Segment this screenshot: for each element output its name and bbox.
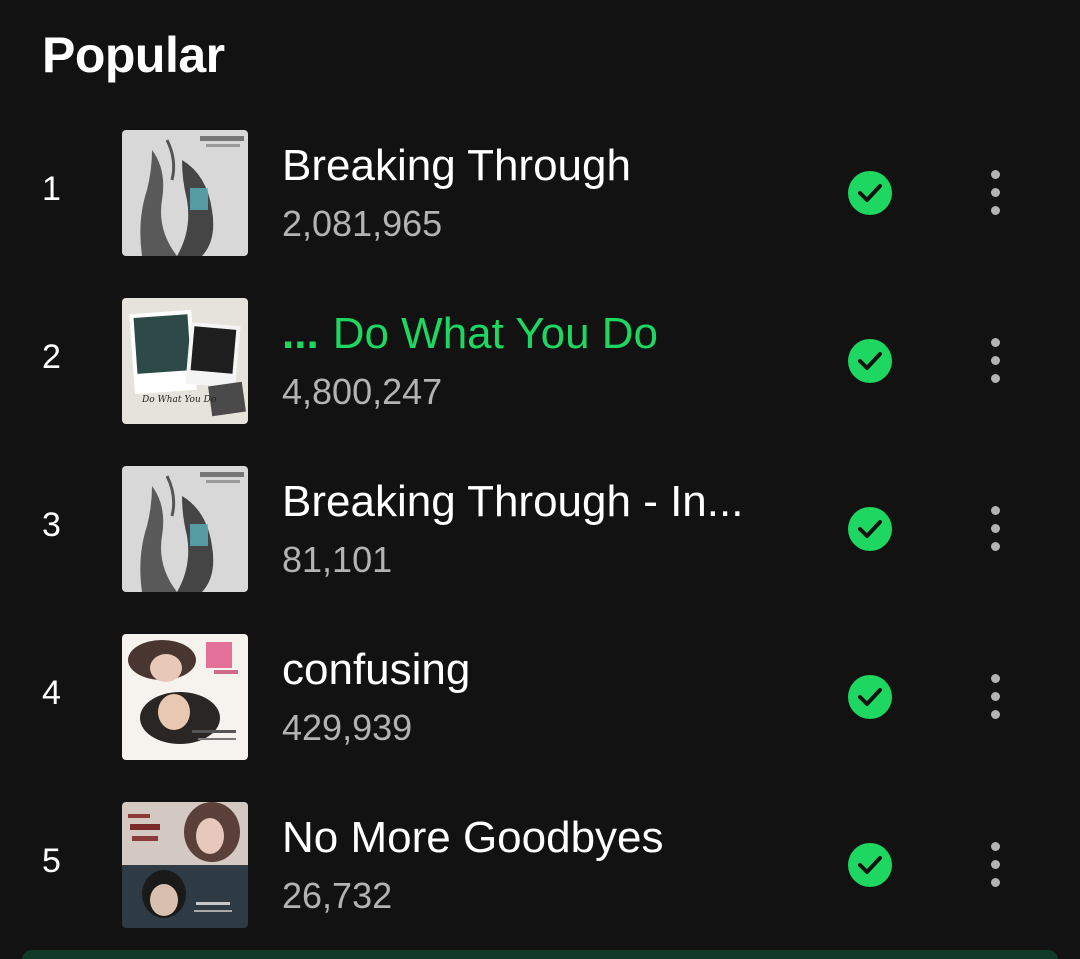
track-meta: No More Goodbyes 26,732: [282, 810, 782, 920]
track-row[interactable]: 1 Breaking Through 2,081,965: [0, 126, 1080, 294]
check-circle-icon: [848, 843, 892, 887]
track-rank: 1: [42, 170, 61, 208]
album-art: [122, 802, 248, 928]
mini-player-edge[interactable]: [22, 950, 1058, 959]
play-count: 2,081,965: [282, 203, 443, 244]
track-meta: Breaking Through 2,081,965: [282, 138, 782, 248]
track-title: Breaking Through: [282, 141, 631, 190]
album-art-caption: Do What You Do: [141, 395, 217, 405]
track-meta: confusing 429,939: [282, 642, 782, 752]
check-circle-icon: [848, 171, 892, 215]
track-row[interactable]: 4 confusing 429,939: [0, 630, 1080, 798]
play-count: 4,800,247: [282, 371, 443, 412]
more-vertical-icon[interactable]: [972, 834, 1018, 894]
track-title-text: Do What You Do: [332, 309, 659, 358]
track-row[interactable]: 2 Do What You Do ... Do What You Do 4,800…: [0, 294, 1080, 462]
track-title: ... Do What You Do: [282, 306, 762, 362]
play-count: 81,101: [282, 539, 393, 580]
track-rank: 3: [42, 506, 61, 544]
track-meta: Breaking Through - In... 81,101: [282, 474, 782, 584]
track-rank: 5: [42, 842, 61, 880]
now-playing-indicator: ...: [282, 309, 319, 358]
more-vertical-icon[interactable]: [972, 666, 1018, 726]
track-rank: 2: [42, 338, 61, 376]
track-meta: ... Do What You Do 4,800,247: [282, 306, 782, 416]
play-count: 26,732: [282, 875, 393, 916]
album-art: [122, 130, 248, 256]
section-title: Popular: [42, 27, 225, 83]
track-row[interactable]: 3 Breaking Through - In... 81,101: [0, 462, 1080, 630]
track-title: Breaking Through - In...: [282, 477, 744, 526]
check-circle-icon: [848, 507, 892, 551]
more-vertical-icon[interactable]: [972, 162, 1018, 222]
more-vertical-icon[interactable]: [972, 330, 1018, 390]
album-art: [122, 634, 248, 760]
track-row[interactable]: 5 No More Goodbyes 26,732: [0, 798, 1080, 959]
more-vertical-icon[interactable]: [972, 498, 1018, 558]
track-title: confusing: [282, 645, 471, 694]
track-rank: 4: [42, 674, 61, 712]
album-art: Do What You Do: [122, 298, 248, 424]
check-circle-icon: [848, 339, 892, 383]
track-title: No More Goodbyes: [282, 813, 664, 862]
popular-track-list: 1 Breaking Through 2,081,965 2 Do What Y…: [0, 126, 1080, 959]
play-count: 429,939: [282, 707, 413, 748]
album-art: [122, 466, 248, 592]
check-circle-icon: [848, 675, 892, 719]
